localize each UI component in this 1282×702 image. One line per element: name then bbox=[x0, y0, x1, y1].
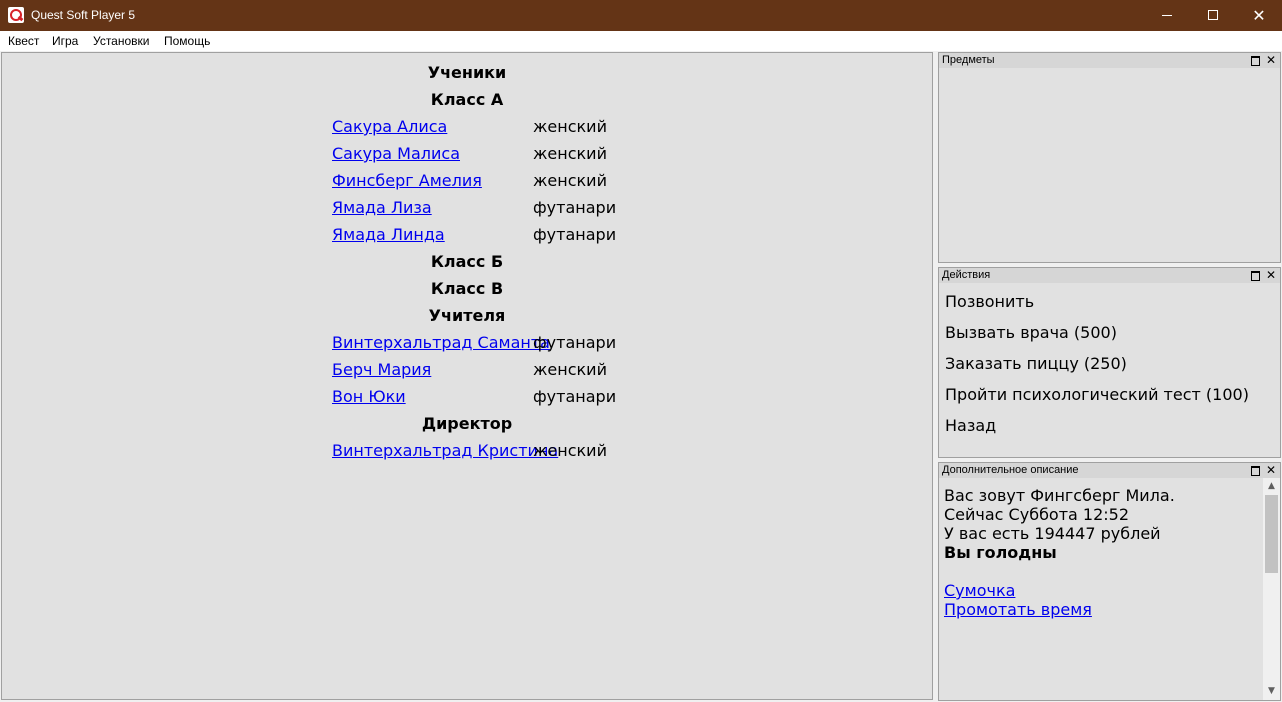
window-title: Quest Soft Player 5 bbox=[31, 8, 136, 22]
actions-panel-header: Действия ✕ bbox=[939, 268, 1280, 283]
dock-icon[interactable] bbox=[1251, 466, 1260, 476]
heading-students: Ученики bbox=[427, 63, 507, 82]
minimize-button[interactable] bbox=[1144, 0, 1190, 31]
heading-director: Директор bbox=[421, 414, 513, 433]
action-back[interactable]: Назад bbox=[945, 416, 996, 436]
maximize-icon bbox=[1208, 10, 1218, 20]
student-gender: футанари bbox=[533, 225, 617, 244]
title-bar: Quest Soft Player 5 ✕ bbox=[0, 0, 1282, 31]
student-link[interactable]: Ямада Линда bbox=[332, 225, 445, 245]
menu-item-quest[interactable]: Квест bbox=[8, 34, 39, 48]
student-link[interactable]: Сакура Малиса bbox=[332, 144, 460, 164]
student-gender: женский bbox=[533, 171, 607, 190]
menu-bar: Квест Игра Установки Помощь bbox=[0, 31, 1282, 51]
heading-class-b: Класс Б bbox=[430, 252, 504, 271]
student-gender: женский bbox=[533, 117, 607, 136]
student-gender: футанари bbox=[533, 198, 617, 217]
scroll-thumb[interactable] bbox=[1265, 495, 1278, 573]
teacher-link[interactable]: Вон Юки bbox=[332, 387, 406, 407]
teacher-link[interactable]: Винтерхальтрад Саманта bbox=[332, 333, 550, 353]
teacher-gender: футанари bbox=[533, 387, 617, 406]
bag-link[interactable]: Сумочка bbox=[944, 581, 1015, 600]
scroll-down-icon[interactable]: ▼ bbox=[1263, 683, 1280, 700]
director-link[interactable]: Винтерхальтрад Кристина bbox=[332, 441, 558, 461]
heading-class-v: Класс В bbox=[430, 279, 504, 298]
close-icon[interactable]: ✕ bbox=[1266, 53, 1276, 68]
student-link[interactable]: Финсберг Амелия bbox=[332, 171, 482, 191]
main-panel: Ученики Класс А Сакура Алиса женский Сак… bbox=[1, 52, 933, 700]
desc-money: У вас есть 194447 рублей bbox=[944, 524, 1161, 543]
skip-time-link[interactable]: Промотать время bbox=[944, 600, 1092, 619]
description-panel: Дополнительное описание ✕ Вас зовут Финг… bbox=[938, 462, 1281, 701]
action-doctor[interactable]: Вызвать врача (500) bbox=[945, 323, 1117, 343]
items-panel-header: Предметы ✕ bbox=[939, 53, 1280, 68]
actions-panel: Действия ✕ Позвонить Вызвать врача (500)… bbox=[938, 267, 1281, 458]
menu-item-settings[interactable]: Установки bbox=[93, 34, 149, 48]
description-panel-header: Дополнительное описание ✕ bbox=[939, 463, 1280, 478]
heading-teachers: Учителя bbox=[428, 306, 506, 325]
close-icon[interactable]: ✕ bbox=[1266, 268, 1276, 283]
teacher-gender: женский bbox=[533, 360, 607, 379]
desc-name: Вас зовут Фингсберг Мила. bbox=[944, 486, 1175, 505]
heading-class-a: Класс А bbox=[430, 90, 504, 109]
actions-panel-title: Действия bbox=[942, 269, 991, 281]
items-panel: Предметы ✕ bbox=[938, 52, 1281, 263]
dock-icon[interactable] bbox=[1251, 56, 1260, 66]
description-scrollbar[interactable]: ▲ ▼ bbox=[1263, 478, 1280, 700]
maximize-button[interactable] bbox=[1190, 0, 1236, 31]
teacher-link[interactable]: Берч Мария bbox=[332, 360, 431, 380]
desc-hunger: Вы голодны bbox=[944, 543, 1057, 562]
menu-item-game[interactable]: Игра bbox=[52, 34, 78, 48]
items-panel-title: Предметы bbox=[942, 54, 995, 66]
action-call[interactable]: Позвонить bbox=[945, 292, 1034, 312]
director-gender: женский bbox=[533, 441, 607, 460]
scroll-up-icon[interactable]: ▲ bbox=[1263, 478, 1280, 495]
minimize-icon bbox=[1162, 15, 1172, 16]
student-gender: женский bbox=[533, 144, 607, 163]
app-icon[interactable] bbox=[8, 7, 24, 23]
close-icon[interactable]: ✕ bbox=[1266, 463, 1276, 478]
dock-icon[interactable] bbox=[1251, 271, 1260, 281]
student-link[interactable]: Ямада Лиза bbox=[332, 198, 432, 218]
desc-time: Сейчас Суббота 12:52 bbox=[944, 505, 1130, 524]
description-panel-title: Дополнительное описание bbox=[942, 464, 1079, 476]
action-psych-test[interactable]: Пройти психологический тест (100) bbox=[945, 385, 1249, 405]
menu-item-help[interactable]: Помощь bbox=[164, 34, 210, 48]
close-button[interactable]: ✕ bbox=[1236, 0, 1282, 31]
student-link[interactable]: Сакура Алиса bbox=[332, 117, 447, 137]
action-pizza[interactable]: Заказать пиццу (250) bbox=[945, 354, 1127, 374]
teacher-gender: футанари bbox=[533, 333, 617, 352]
close-icon: ✕ bbox=[1252, 6, 1266, 25]
